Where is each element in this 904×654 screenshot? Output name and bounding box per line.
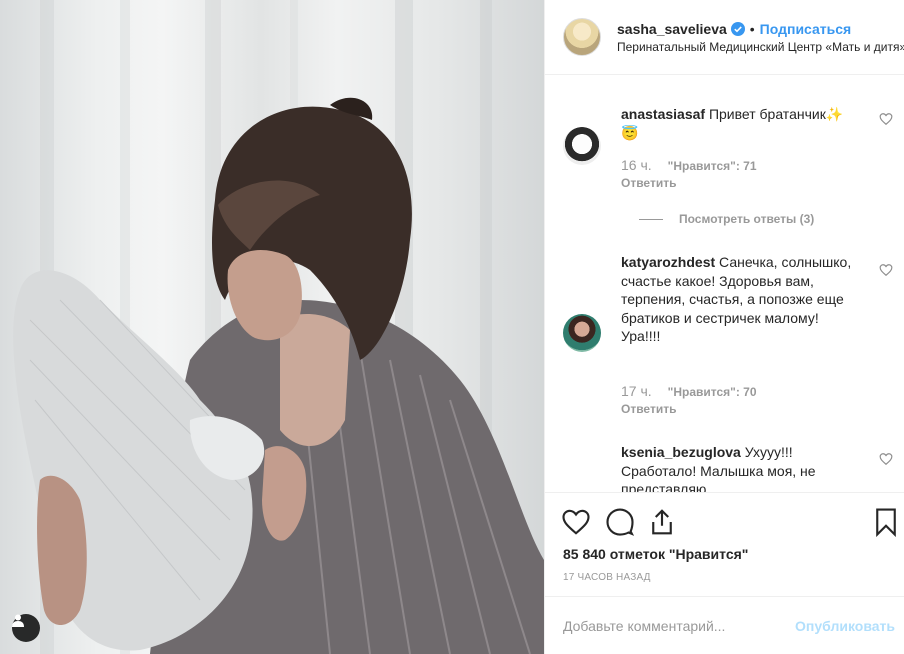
post-side-panel: sasha_savelieva • Подписаться Перинаталь… bbox=[544, 0, 904, 654]
author-row: sasha_savelieva • Подписаться bbox=[617, 21, 904, 37]
comment-username[interactable]: ksenia_bezuglova bbox=[621, 444, 741, 460]
comment-username[interactable]: katyarozhdest bbox=[621, 254, 715, 270]
heart-icon[interactable] bbox=[561, 507, 591, 537]
comment-icon[interactable] bbox=[605, 507, 635, 537]
post-actions: 85 840 отметок "Нравится" 17 ЧАСОВ НАЗАД bbox=[545, 492, 904, 595]
likes-count[interactable]: 85 840 отметок "Нравится" bbox=[563, 546, 748, 562]
comment-likes[interactable]: "Нравится": 70 bbox=[668, 385, 757, 399]
add-comment-bar: Опубликовать bbox=[545, 596, 904, 654]
comment-heart-icon[interactable] bbox=[879, 112, 893, 126]
author-avatar[interactable] bbox=[563, 18, 601, 56]
comment-time[interactable]: 17 ч. bbox=[621, 383, 652, 399]
share-icon[interactable] bbox=[647, 507, 677, 537]
commenter-avatar[interactable] bbox=[563, 127, 601, 165]
verified-badge-icon bbox=[730, 21, 745, 36]
comment-text-block: anastasiasaf Привет братанчик✨ 😇 bbox=[621, 105, 853, 142]
post-header: sasha_savelieva • Подписаться Перинаталь… bbox=[545, 0, 904, 75]
view-replies-button[interactable]: Посмотреть ответы (3) bbox=[639, 212, 814, 226]
post-timestamp[interactable]: 17 ЧАСОВ НАЗАД bbox=[563, 572, 651, 583]
author-username[interactable]: sasha_savelieva bbox=[617, 21, 727, 37]
comment-heart-icon[interactable] bbox=[879, 263, 893, 277]
comment-likes[interactable]: "Нравится": 71 bbox=[668, 159, 757, 173]
comment-meta: 16 ч. "Нравится": 71 bbox=[621, 157, 757, 173]
comment-text-block: katyarozhdest Санечка, солнышко, счастье… bbox=[621, 253, 853, 346]
author-info: sasha_savelieva • Подписаться Перинаталь… bbox=[617, 21, 904, 54]
reply-button[interactable]: Ответить bbox=[621, 402, 676, 416]
post-photo[interactable] bbox=[0, 0, 544, 654]
post-location[interactable]: Перинатальный Медицинский Центр «Мать и … bbox=[617, 40, 904, 54]
view-replies-label: Посмотреть ответы (3) bbox=[679, 212, 815, 226]
post-dialog: sasha_savelieva • Подписаться Перинаталь… bbox=[0, 0, 904, 654]
publish-button[interactable]: Опубликовать bbox=[795, 618, 895, 634]
photo-illustration bbox=[13, 0, 544, 654]
follow-button[interactable]: Подписаться bbox=[760, 21, 852, 37]
header-separator: • bbox=[749, 20, 755, 37]
comments-list[interactable]: anastasiasaf Привет братанчик✨ 😇 16 ч. "… bbox=[545, 76, 904, 492]
comment-input[interactable] bbox=[563, 617, 796, 634]
replies-divider bbox=[639, 218, 663, 220]
commenter-avatar[interactable] bbox=[563, 314, 601, 352]
comment-time[interactable]: 16 ч. bbox=[621, 157, 652, 173]
bookmark-icon[interactable] bbox=[871, 507, 901, 537]
comment-text-block: ksenia_bezuglova Ухууу!!! Сработало! Мал… bbox=[621, 443, 853, 492]
comment-meta: 17 ч. "Нравится": 70 bbox=[621, 383, 757, 399]
comment-heart-icon[interactable] bbox=[879, 452, 893, 466]
person-tag-icon bbox=[12, 614, 24, 627]
tagged-people-button[interactable] bbox=[12, 614, 40, 642]
reply-button[interactable]: Ответить bbox=[621, 176, 676, 190]
comment-username[interactable]: anastasiasaf bbox=[621, 106, 705, 122]
